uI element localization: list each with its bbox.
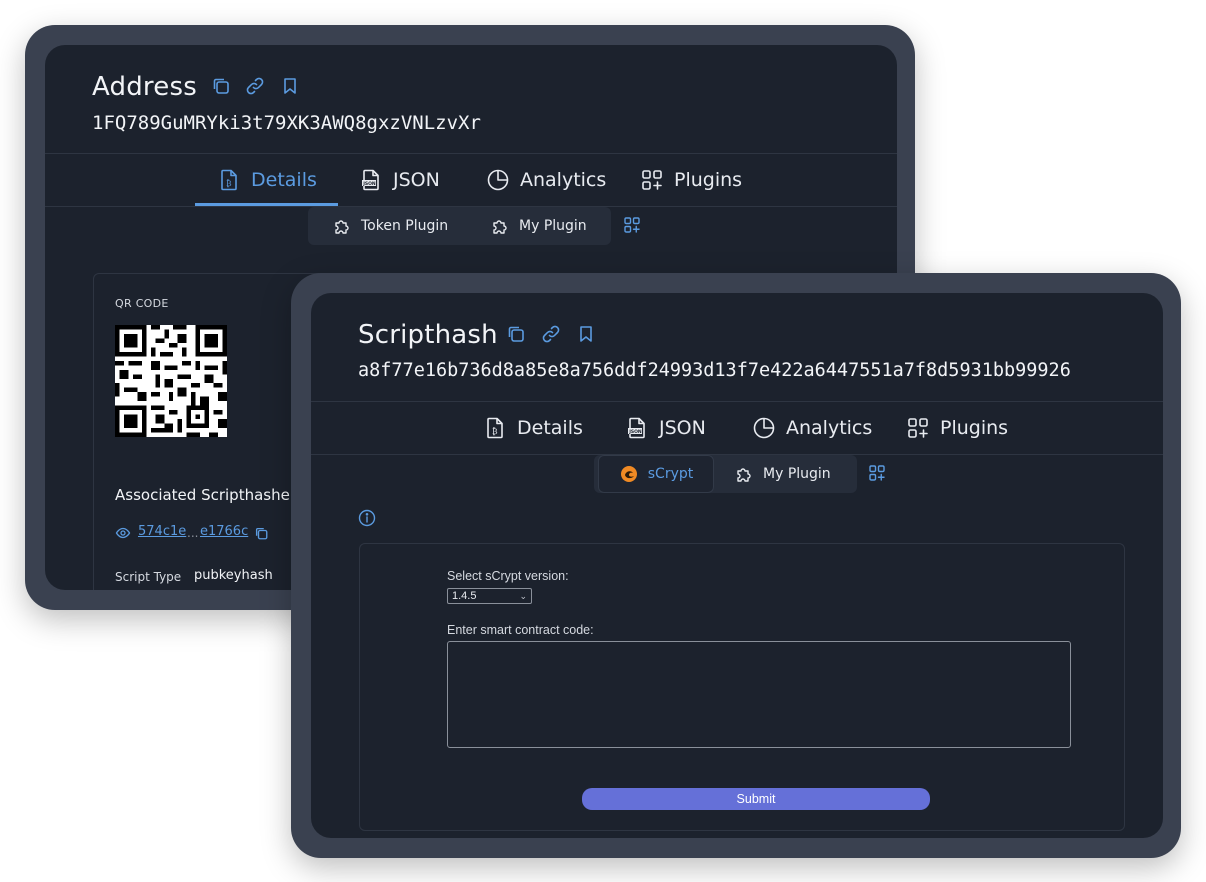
link-icon[interactable] bbox=[541, 324, 561, 344]
json-file-icon: JSON bbox=[362, 169, 379, 191]
copy-icon[interactable] bbox=[506, 324, 526, 344]
grid-plus-icon bbox=[908, 418, 928, 438]
address-value: 1FQ789GuMRYki3t79XK3AWQ8gxzVNLzvXr bbox=[92, 112, 481, 134]
eye-icon[interactable] bbox=[115, 525, 131, 541]
scripthash-ellipsis: ... bbox=[187, 526, 199, 540]
grid-plus-icon bbox=[642, 170, 662, 190]
plugin-tab-scrypt[interactable]: sCrypt bbox=[598, 455, 714, 493]
tab-json[interactable]: JSON JSON bbox=[625, 402, 706, 454]
plugin-tab-my-plugin-label: My Plugin bbox=[519, 218, 587, 234]
chevron-down-icon: ⌄ bbox=[519, 591, 527, 601]
bitcoin-file-icon: ₿ bbox=[221, 169, 237, 191]
plugin-tab-token[interactable]: Token Plugin bbox=[332, 207, 448, 245]
version-select-value: 1.4.5 bbox=[452, 590, 477, 602]
submit-button[interactable]: Submit bbox=[582, 788, 930, 810]
script-type-label: Script Type bbox=[115, 570, 182, 584]
tab-plugins[interactable]: Plugins bbox=[906, 402, 1008, 454]
info-icon[interactable] bbox=[358, 509, 376, 527]
tab-details-label: Details bbox=[517, 417, 583, 439]
tab-plugins-label: Plugins bbox=[940, 417, 1009, 439]
svg-text:JSON: JSON bbox=[628, 429, 642, 435]
plugin-tab-my-plugin[interactable]: My Plugin bbox=[490, 207, 587, 245]
tab-json-label: JSON bbox=[393, 169, 440, 191]
json-file-icon: JSON bbox=[628, 417, 645, 439]
plugin-tabs: Token Plugin My Plugin bbox=[308, 207, 611, 245]
tab-details[interactable]: ₿ Details bbox=[217, 154, 317, 206]
tab-analytics-label: Analytics bbox=[520, 169, 607, 191]
tab-analytics[interactable]: Analytics bbox=[486, 154, 606, 206]
tab-analytics-label: Analytics bbox=[786, 417, 873, 439]
divider bbox=[45, 153, 897, 154]
version-select[interactable]: 1.4.5 ⌄ bbox=[447, 588, 532, 604]
scripthash-device-frame: Scripthash a8f77e16b736d8a85e8a756ddf249… bbox=[291, 273, 1181, 858]
tab-json[interactable]: JSON JSON bbox=[359, 154, 440, 206]
scripthash-value: a8f77e16b736d8a85e8a756ddf24993d13f7e422… bbox=[358, 360, 1071, 381]
tab-details[interactable]: ₿ Details bbox=[483, 402, 583, 454]
scripthash-panel: Scripthash a8f77e16b736d8a85e8a756ddf249… bbox=[311, 293, 1163, 838]
qr-code-image bbox=[115, 325, 227, 437]
scripthash-link-end[interactable]: e1766c bbox=[200, 524, 248, 539]
code-label: Enter smart contract code: bbox=[447, 623, 594, 637]
pie-chart-icon bbox=[753, 417, 775, 439]
plugin-tab-scrypt-label: sCrypt bbox=[647, 466, 694, 482]
plugin-tab-my-plugin[interactable]: My Plugin bbox=[734, 455, 831, 493]
script-type-value: pubkeyhash bbox=[194, 568, 273, 583]
qr-code-label: QR CODE bbox=[115, 297, 169, 310]
pie-chart-icon bbox=[487, 169, 509, 191]
link-icon[interactable] bbox=[245, 76, 265, 96]
add-plugin-icon[interactable] bbox=[623, 216, 641, 234]
contract-code-textarea[interactable] bbox=[447, 641, 1071, 748]
puzzle-icon bbox=[493, 220, 507, 234]
page-title: Address bbox=[92, 72, 197, 102]
bitcoin-file-icon: ₿ bbox=[487, 417, 503, 439]
svg-text:₿: ₿ bbox=[492, 426, 498, 436]
add-plugin-icon[interactable] bbox=[868, 464, 886, 482]
associated-scripthashes-heading: Associated Scripthashe bbox=[115, 486, 290, 504]
puzzle-icon bbox=[737, 468, 751, 482]
bookmark-icon[interactable] bbox=[280, 76, 300, 96]
plugin-tab-token-label: Token Plugin bbox=[361, 218, 449, 234]
svg-text:₿: ₿ bbox=[226, 178, 232, 188]
tab-analytics[interactable]: Analytics bbox=[752, 402, 872, 454]
copy-icon[interactable] bbox=[211, 76, 231, 96]
page-title: Scripthash bbox=[358, 320, 498, 350]
tab-plugins-label: Plugins bbox=[674, 169, 743, 191]
divider bbox=[311, 401, 1163, 402]
plugin-tabs: sCrypt My Plugin bbox=[594, 455, 857, 493]
tab-plugins[interactable]: Plugins bbox=[640, 154, 742, 206]
tab-json-label: JSON bbox=[659, 417, 706, 439]
version-label: Select sCrypt version: bbox=[447, 569, 569, 583]
scrypt-logo-icon bbox=[620, 466, 637, 482]
copy-icon[interactable] bbox=[254, 526, 269, 541]
puzzle-icon bbox=[335, 220, 349, 234]
plugin-tab-my-plugin-label: My Plugin bbox=[763, 466, 831, 482]
svg-text:JSON: JSON bbox=[362, 181, 376, 187]
scripthash-link-start[interactable]: 574c1e bbox=[138, 524, 186, 539]
bookmark-icon[interactable] bbox=[576, 324, 596, 344]
tab-details-label: Details bbox=[251, 169, 317, 191]
